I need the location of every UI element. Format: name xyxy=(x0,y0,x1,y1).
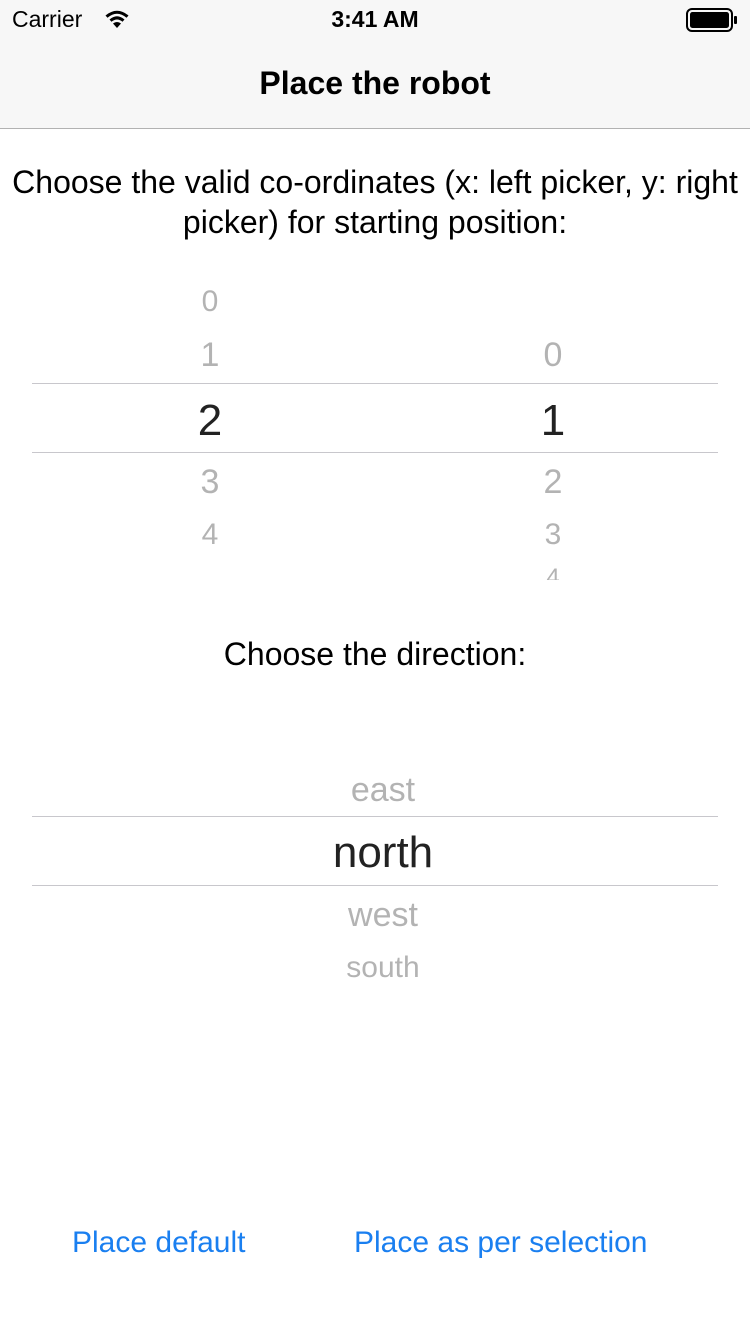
x-picker-item[interactable]: 1 xyxy=(160,338,260,372)
direction-label: Choose the direction: xyxy=(223,636,527,672)
place-as-per-selection-button[interactable]: Place as per selection xyxy=(354,1226,648,1260)
screen: Carrier 3:41 AM Place the robot Choose t… xyxy=(0,0,750,1334)
selection-line-top xyxy=(32,816,718,817)
y-picker-item[interactable]: 2 xyxy=(503,465,603,499)
direction-picker-item[interactable]: west xyxy=(225,898,541,932)
coordinates-picker[interactable]: 0 1 2 3 4 0 1 2 3 4 xyxy=(0,280,750,590)
direction-picker-item[interactable]: east xyxy=(225,773,541,807)
selection-line-bottom xyxy=(32,452,718,453)
direction-picker-selected-item[interactable]: north xyxy=(225,831,541,875)
place-default-button[interactable]: Place default xyxy=(72,1226,245,1260)
coordinates-instructions: Choose the valid co-ordinates (x: left p… xyxy=(12,164,738,240)
direction-picker[interactable]: east north west south xyxy=(0,740,750,1000)
selection-line-bottom xyxy=(32,885,718,886)
y-picker-item[interactable]: 0 xyxy=(503,338,603,372)
y-picker-item[interactable]: 3 xyxy=(503,520,603,550)
x-picker-item[interactable]: 4 xyxy=(160,520,260,550)
x-picker-selected-item[interactable]: 2 xyxy=(160,399,260,443)
y-picker-selected-item[interactable]: 1 xyxy=(503,399,603,443)
status-time: 3:41 AM xyxy=(331,6,419,32)
direction-picker-item[interactable]: south xyxy=(225,953,541,983)
page-title: Place the robot xyxy=(259,65,491,101)
y-picker-item[interactable]: 4 xyxy=(503,566,603,580)
battery-icon xyxy=(686,8,737,32)
x-picker-item[interactable]: 3 xyxy=(160,465,260,499)
selection-line-top xyxy=(32,383,718,384)
navigation-bar: Carrier 3:41 AM Place the robot xyxy=(0,0,750,129)
x-picker-item[interactable]: 0 xyxy=(160,287,260,317)
